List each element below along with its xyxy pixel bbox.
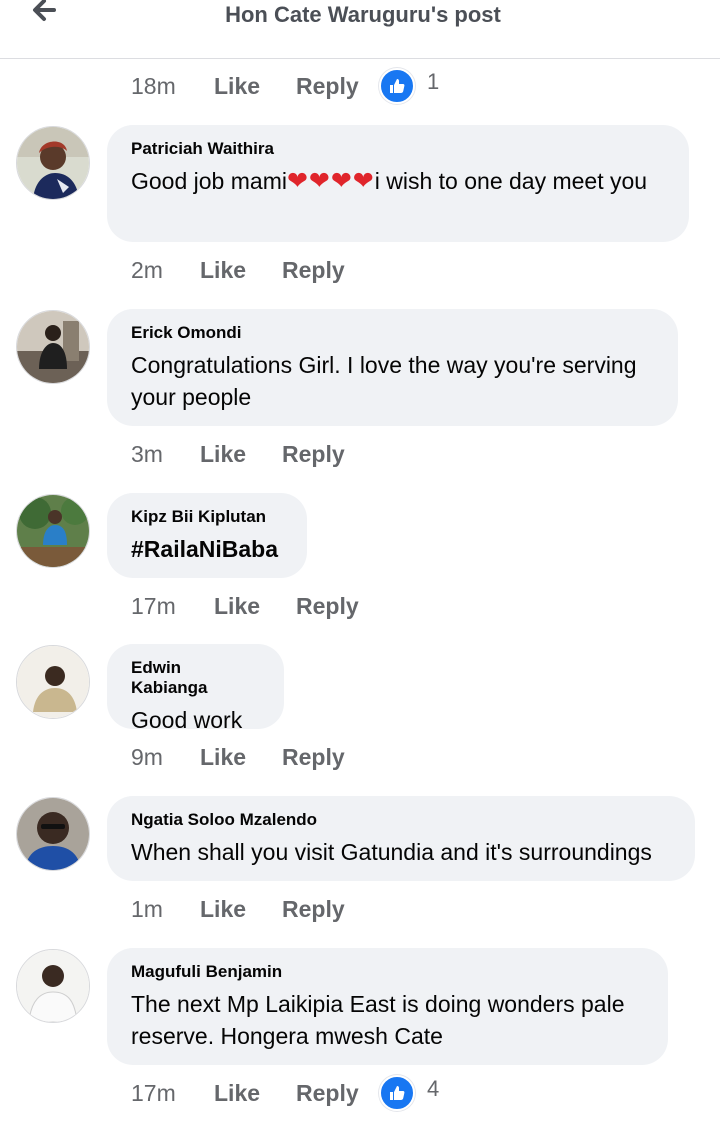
avatar[interactable] (16, 494, 90, 568)
comment-author[interactable]: Magufuli Benjamin (131, 962, 644, 982)
comment-text: The next Mp Laikipia East is doing wonde… (131, 991, 625, 1049)
comment-text: Congratulations Girl. I love the way you… (131, 352, 637, 410)
like-button[interactable]: Like (200, 744, 282, 771)
comment-bubble: Patriciah Waithira Good job mami❤❤❤❤i wi… (107, 125, 689, 242)
comment-time: 1m (131, 895, 163, 922)
comment-bubble: Magufuli Benjamin The next Mp Laikipia E… (107, 948, 668, 1065)
comment-text: Good work (131, 707, 243, 733)
like-button[interactable]: Like (200, 896, 282, 923)
heart-emoji: ❤❤❤❤ (286, 167, 375, 195)
avatar[interactable] (16, 949, 90, 1023)
reply-button[interactable]: Reply (296, 593, 379, 620)
reaction-summary[interactable]: 1 (379, 68, 439, 104)
reply-button[interactable]: Reply (296, 73, 379, 100)
hashtag-link[interactable]: #RailaNiBaba (131, 533, 283, 565)
comment-meta-row: 17m Like Reply 4 (131, 1075, 439, 1111)
reply-button[interactable]: Reply (282, 744, 365, 771)
comment-meta-row: 3m Like Reply (131, 436, 365, 472)
reaction-summary[interactable]: 4 (379, 1075, 439, 1111)
reply-button[interactable]: Reply (296, 1080, 379, 1107)
comment-meta-row: 17m Like Reply (131, 588, 379, 624)
like-button[interactable]: Like (214, 73, 296, 100)
avatar[interactable] (16, 645, 90, 719)
like-button[interactable]: Like (200, 441, 282, 468)
avatar[interactable] (16, 310, 90, 384)
thumbs-up-icon (379, 1075, 415, 1111)
comment-time: 17m (131, 592, 176, 619)
comment-author[interactable]: Edwin Kabianga (131, 658, 260, 698)
comment-bubble: Edwin Kabianga Good work (107, 644, 284, 733)
comment-bubble: Kipz Bii Kiplutan #RailaNiBaba (107, 493, 307, 578)
avatar[interactable] (16, 126, 90, 200)
comment-text: Good job mami❤❤❤❤i wish to one day meet … (131, 167, 648, 195)
comment-time: 17m (131, 1079, 176, 1106)
like-button[interactable]: Like (200, 257, 282, 284)
thumbs-up-icon (379, 68, 415, 104)
reply-button[interactable]: Reply (282, 257, 365, 284)
reply-button[interactable]: Reply (282, 896, 365, 923)
reaction-count: 4 (427, 1076, 440, 1101)
avatar[interactable] (16, 797, 90, 871)
comment-time: 3m (131, 440, 163, 467)
comment-meta-row: 9m Like Reply (131, 739, 365, 775)
comment-text: When shall you visit Gatundia and it's s… (131, 839, 652, 865)
reaction-count: 1 (427, 69, 440, 94)
page-title: Hon Cate Waruguru's post (225, 2, 501, 27)
comment-time: 2m (131, 256, 163, 283)
comment-bubble: Ngatia Soloo Mzalendo When shall you vis… (107, 796, 695, 881)
comment-meta-row: 2m Like Reply (131, 252, 365, 288)
comment-author[interactable]: Ngatia Soloo Mzalendo (131, 810, 671, 830)
comment-author[interactable]: Kipz Bii Kiplutan (131, 507, 283, 527)
comment-author[interactable]: Erick Omondi (131, 323, 654, 343)
like-button[interactable]: Like (214, 593, 296, 620)
reply-button[interactable]: Reply (282, 441, 365, 468)
comment-time: 9m (131, 743, 163, 770)
top-bar: Hon Cate Waruguru's post (0, 0, 720, 59)
comment-bubble: Erick Omondi Congratulations Girl. I lov… (107, 309, 678, 426)
comment-author[interactable]: Patriciah Waithira (131, 139, 665, 159)
like-button[interactable]: Like (214, 1080, 296, 1107)
comment-meta-row: 1m Like Reply (131, 891, 365, 927)
comment-meta-row: 18m Like Reply 1 (131, 68, 439, 104)
comment-time: 18m (131, 72, 176, 99)
